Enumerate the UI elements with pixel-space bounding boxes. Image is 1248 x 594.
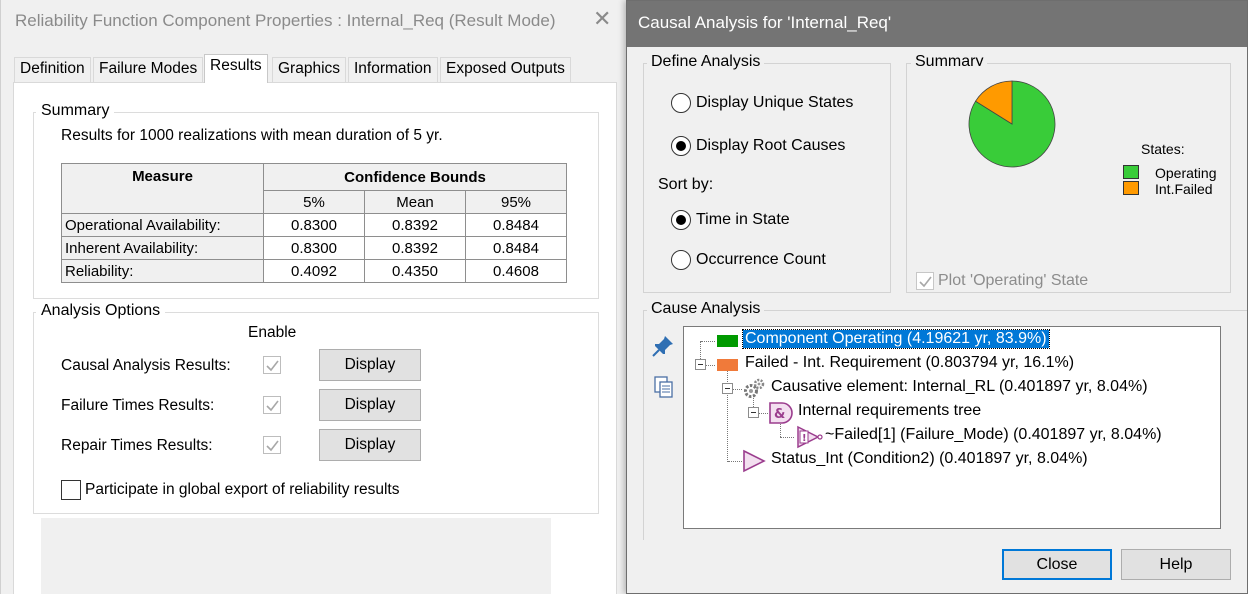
- tree-connector: [728, 461, 742, 462]
- close-button[interactable]: Close: [1002, 549, 1112, 580]
- tree-connector: [732, 389, 742, 390]
- percentile-header: 95%: [465, 190, 567, 214]
- pin-icon[interactable]: [651, 334, 675, 358]
- analysis-options-label: Analysis Options: [36, 302, 166, 320]
- value-cell: 0.8484: [465, 213, 567, 237]
- confidence-bounds-header: Confidence Bounds: [263, 163, 567, 191]
- global-export-checkbox[interactable]: [61, 480, 81, 500]
- display-unique-states-label: Display Unique States: [696, 94, 854, 111]
- table-row: Operational Availability: 0.8300 0.8392 …: [61, 213, 567, 237]
- operating-state-swatch: [717, 335, 738, 347]
- failed-state-swatch: [717, 359, 738, 371]
- plot-operating-checkbox[interactable]: [916, 272, 934, 290]
- value-cell: 0.8392: [364, 213, 466, 237]
- repair-times-label: Repair Times Results:: [61, 437, 213, 454]
- percentile-header: 5%: [263, 190, 365, 214]
- results-preview-area: [41, 518, 551, 594]
- tree-connector: [758, 413, 768, 414]
- value-cell: 0.8300: [263, 236, 365, 260]
- failure-mode-icon: !: [797, 425, 823, 449]
- tab-results[interactable]: Results: [204, 54, 268, 83]
- failure-times-checkbox[interactable]: [263, 396, 281, 414]
- tab-exposed-outputs[interactable]: Exposed Outputs: [440, 57, 571, 82]
- tree-node-status-int[interactable]: Status_Int (Condition2) (0.401897 yr, 8.…: [771, 450, 1088, 468]
- dialog-title: Causal Analysis for 'Internal_Req': [638, 13, 892, 32]
- repair-times-display-button[interactable]: Display: [319, 429, 421, 461]
- table-row: Reliability: 0.4092 0.4350 0.4608: [61, 259, 567, 283]
- display-root-causes-label: Display Root Causes: [696, 137, 846, 154]
- define-analysis-label: Define Analysis: [647, 53, 765, 71]
- measure-cell: Reliability:: [61, 259, 264, 283]
- summary-label: Summary: [911, 53, 988, 66]
- failure-times-label: Failure Times Results:: [61, 397, 215, 414]
- plot-operating-label: Plot 'Operating' State: [938, 272, 1089, 289]
- tree-connector: [701, 341, 715, 342]
- display-root-causes-radio[interactable]: [671, 136, 691, 156]
- causal-analysis-dialog: Causal Analysis for 'Internal_Req' Defin…: [626, 0, 1248, 594]
- sort-by-label: Sort by:: [658, 176, 714, 193]
- legend-swatch-int-failed: [1123, 181, 1139, 195]
- tab-information[interactable]: Information: [348, 57, 438, 82]
- window-title: Reliability Function Component Propertie…: [15, 11, 556, 30]
- states-legend-title: States:: [1141, 141, 1185, 157]
- occurrence-count-label: Occurrence Count: [696, 251, 826, 268]
- tab-graphics[interactable]: Graphics: [272, 57, 347, 82]
- value-cell: 0.8300: [263, 213, 365, 237]
- cause-analysis-label: Cause Analysis: [647, 300, 765, 318]
- tree-node-component-operating[interactable]: Component Operating (4.19621 yr, 83.9%): [742, 329, 1050, 349]
- measure-header: Measure: [61, 163, 264, 214]
- tab-failure-modes[interactable]: Failure Modes: [93, 57, 204, 82]
- legend-label-operating: Operating: [1155, 165, 1217, 181]
- measure-cell: Operational Availability:: [61, 213, 264, 237]
- svg-text:&: &: [774, 407, 785, 422]
- tree-connector: [780, 437, 794, 438]
- gears-icon: [744, 378, 765, 398]
- cause-analysis-tree[interactable]: Component Operating (4.19621 yr, 83.9%) …: [683, 326, 1221, 529]
- enable-header: Enable: [248, 324, 297, 341]
- value-cell: 0.8392: [364, 236, 466, 260]
- failure-times-display-button[interactable]: Display: [319, 389, 421, 421]
- percentile-header: Mean: [364, 190, 466, 214]
- display-unique-states-radio[interactable]: [671, 93, 691, 113]
- results-table: Measure Confidence Bounds 5% Mean 95% Op…: [61, 163, 567, 283]
- occurrence-count-radio[interactable]: [671, 250, 691, 270]
- condition-icon: [743, 449, 766, 473]
- legend-swatch-operating: [1123, 165, 1139, 179]
- tree-node-causative-element[interactable]: Causative element: Internal_RL (0.401897…: [771, 378, 1148, 396]
- collapse-toggle[interactable]: [748, 407, 759, 418]
- svg-text:!: !: [802, 433, 807, 444]
- repair-times-checkbox[interactable]: [263, 436, 281, 454]
- time-in-state-label: Time in State: [696, 211, 790, 228]
- collapse-toggle[interactable]: [695, 359, 706, 370]
- tree-connector: [706, 365, 715, 366]
- time-in-state-radio[interactable]: [671, 210, 691, 230]
- table-row: Inherent Availability: 0.8300 0.8392 0.8…: [61, 236, 567, 260]
- causal-analysis-label: Causal Analysis Results:: [61, 357, 231, 374]
- causal-analysis-display-button[interactable]: Display: [319, 349, 421, 381]
- tree-node-internal-requirements-tree[interactable]: Internal requirements tree: [798, 402, 981, 420]
- summary-group-label: Summary: [36, 102, 115, 120]
- state-pie-chart: [968, 80, 1056, 168]
- tab-definition[interactable]: Definition: [14, 57, 91, 82]
- value-cell: 0.4608: [465, 259, 567, 283]
- value-cell: 0.4092: [263, 259, 365, 283]
- global-export-label: Participate in global export of reliabil…: [85, 481, 400, 498]
- measure-cell: Inherent Availability:: [61, 236, 264, 260]
- help-button[interactable]: Help: [1121, 549, 1231, 580]
- value-cell: 0.4350: [364, 259, 466, 283]
- causal-analysis-checkbox[interactable]: [263, 356, 281, 374]
- tree-node-failed-failure-mode[interactable]: ~Failed[1] (Failure_Mode) (0.401897 yr, …: [825, 426, 1162, 444]
- and-gate-icon: &: [769, 402, 793, 424]
- collapse-toggle[interactable]: [722, 383, 733, 394]
- dialog-titlebar: Causal Analysis for 'Internal_Req': [627, 1, 1247, 47]
- value-cell: 0.8484: [465, 236, 567, 260]
- summary-description: Results for 1000 realizations with mean …: [61, 127, 443, 144]
- tree-node-failed-int-requirement[interactable]: Failed - Int. Requirement (0.803794 yr, …: [745, 354, 1074, 372]
- close-icon[interactable]: ✕: [593, 8, 611, 30]
- component-properties-window: Reliability Function Component Propertie…: [0, 0, 626, 594]
- legend-label-int-failed: Int.Failed: [1155, 181, 1213, 197]
- copy-icon[interactable]: [652, 375, 676, 399]
